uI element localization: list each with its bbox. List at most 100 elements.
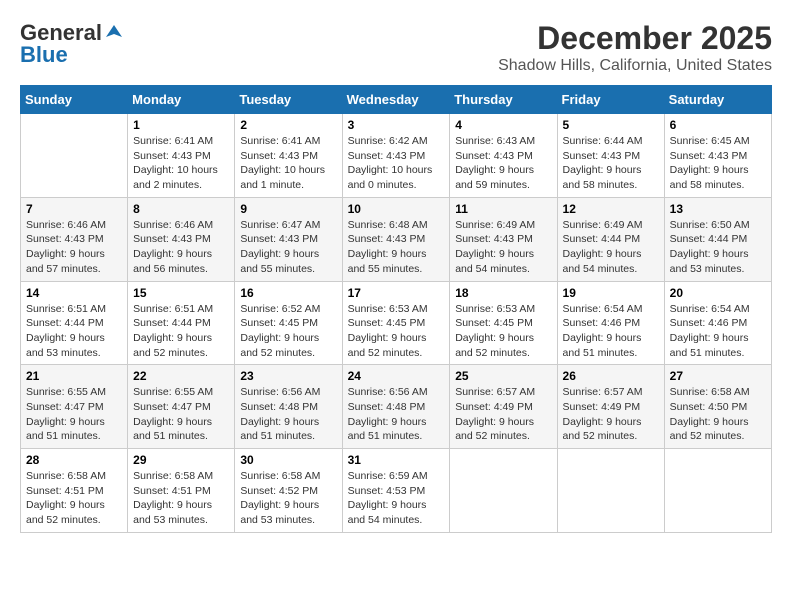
day-info: Sunrise: 6:46 AM Sunset: 4:43 PM Dayligh… [26,218,122,277]
calendar-cell: 22Sunrise: 6:55 AM Sunset: 4:47 PM Dayli… [128,365,235,449]
page-header: General Blue December 2025 Shadow Hills,… [20,20,772,75]
day-info: Sunrise: 6:52 AM Sunset: 4:45 PM Dayligh… [240,302,336,361]
logo-bird-icon [104,23,124,43]
calendar-cell: 16 Sunrise: 6:52 AM Sunset: 4:45 PM Dayli… [235,281,342,365]
day-number: 16 [240,286,336,300]
day-number: 18 [455,286,551,300]
calendar-header-row: SundayMondayTuesdayWednesdayThursdayFrid… [21,86,772,114]
title-block: December 2025 Shadow Hills, California, … [498,20,772,75]
day-info: Sunrise: 6:58 AM Sunset: 4:52 PM Dayligh… [240,469,336,528]
day-header-thursday: Thursday [450,86,557,114]
day-info: Sunrise: 6:55 AM Sunset: 4:47 PM Dayligh… [133,385,229,444]
day-info: Sunrise: 6:56 AM Sunset: 4:48 PM Dayligh… [348,385,445,444]
day-number: 3 [348,118,445,132]
calendar-cell: 10Sunrise: 6:48 AM Sunset: 4:43 PM Dayli… [342,197,450,281]
calendar-cell: 18 Sunrise: 6:53 AM Sunset: 4:45 PM Dayli… [450,281,557,365]
calendar-cell [21,114,128,198]
calendar-cell: 3 Sunrise: 6:42 AM Sunset: 4:43 PM Daylig… [342,114,450,198]
day-number: 12 [563,202,659,216]
day-info: Sunrise: 6:58 AM Sunset: 4:51 PM Dayligh… [133,469,229,528]
day-info: Sunrise: 6:41 AM Sunset: 4:43 PM Dayligh… [133,134,229,193]
day-number: 6 [670,118,766,132]
day-info: Sunrise: 6:54 AM Sunset: 4:46 PM Dayligh… [563,302,659,361]
calendar-cell: 4 Sunrise: 6:43 AM Sunset: 4:43 PM Daylig… [450,114,557,198]
day-info: Sunrise: 6:42 AM Sunset: 4:43 PM Dayligh… [348,134,445,193]
calendar-cell: 13Sunrise: 6:50 AM Sunset: 4:44 PM Dayli… [664,197,771,281]
day-number: 24 [348,369,445,383]
day-info: Sunrise: 6:56 AM Sunset: 4:48 PM Dayligh… [240,385,336,444]
day-info: Sunrise: 6:59 AM Sunset: 4:53 PM Dayligh… [348,469,445,528]
day-number: 29 [133,453,229,467]
day-info: Sunrise: 6:57 AM Sunset: 4:49 PM Dayligh… [455,385,551,444]
day-info: Sunrise: 6:50 AM Sunset: 4:44 PM Dayligh… [670,218,766,277]
calendar-cell [450,449,557,533]
logo: General Blue [20,20,124,68]
logo-blue: Blue [20,42,68,68]
week-row-1: 1 Sunrise: 6:41 AM Sunset: 4:43 PM Daylig… [21,114,772,198]
calendar-table: SundayMondayTuesdayWednesdayThursdayFrid… [20,85,772,533]
day-number: 14 [26,286,122,300]
calendar-cell: 20 Sunrise: 6:54 AM Sunset: 4:46 PM Dayli… [664,281,771,365]
calendar-cell [664,449,771,533]
calendar-cell: 8 Sunrise: 6:46 AM Sunset: 4:43 PM Daylig… [128,197,235,281]
calendar-cell: 14Sunrise: 6:51 AM Sunset: 4:44 PM Dayli… [21,281,128,365]
day-number: 2 [240,118,336,132]
week-row-4: 21 Sunrise: 6:55 AM Sunset: 4:47 PM Dayli… [21,365,772,449]
calendar-cell: 26Sunrise: 6:57 AM Sunset: 4:49 PM Dayli… [557,365,664,449]
day-number: 17 [348,286,445,300]
calendar-cell: 2 Sunrise: 6:41 AM Sunset: 4:43 PM Daylig… [235,114,342,198]
day-header-monday: Monday [128,86,235,114]
day-info: Sunrise: 6:49 AM Sunset: 4:44 PM Dayligh… [563,218,659,277]
day-info: Sunrise: 6:47 AM Sunset: 4:43 PM Dayligh… [240,218,336,277]
day-info: Sunrise: 6:53 AM Sunset: 4:45 PM Dayligh… [455,302,551,361]
day-header-saturday: Saturday [664,86,771,114]
calendar-cell: 15 Sunrise: 6:51 AM Sunset: 4:44 PM Dayli… [128,281,235,365]
calendar-cell: 23 Sunrise: 6:56 AM Sunset: 4:48 PM Dayli… [235,365,342,449]
calendar-cell: 25Sunrise: 6:57 AM Sunset: 4:49 PM Dayli… [450,365,557,449]
day-info: Sunrise: 6:41 AM Sunset: 4:43 PM Dayligh… [240,134,336,193]
day-info: Sunrise: 6:58 AM Sunset: 4:51 PM Dayligh… [26,469,122,528]
day-header-tuesday: Tuesday [235,86,342,114]
day-header-sunday: Sunday [21,86,128,114]
calendar-cell: 17 Sunrise: 6:53 AM Sunset: 4:45 PM Dayli… [342,281,450,365]
day-info: Sunrise: 6:43 AM Sunset: 4:43 PM Dayligh… [455,134,551,193]
day-number: 10 [348,202,445,216]
week-row-5: 28 Sunrise: 6:58 AM Sunset: 4:51 PM Dayli… [21,449,772,533]
calendar-cell: 5Sunrise: 6:44 AM Sunset: 4:43 PM Daylig… [557,114,664,198]
calendar-cell [557,449,664,533]
week-row-3: 14 Sunrise: 6:51 AM Sunset: 4:44 PM Dayli… [21,281,772,365]
calendar-cell: 9 Sunrise: 6:47 AM Sunset: 4:43 PM Daylig… [235,197,342,281]
calendar-cell: 12 Sunrise: 6:49 AM Sunset: 4:44 PM Dayli… [557,197,664,281]
calendar-cell: 11Sunrise: 6:49 AM Sunset: 4:43 PM Dayli… [450,197,557,281]
day-number: 15 [133,286,229,300]
day-info: Sunrise: 6:58 AM Sunset: 4:50 PM Dayligh… [670,385,766,444]
calendar-cell: 7Sunrise: 6:46 AM Sunset: 4:43 PM Daylig… [21,197,128,281]
day-number: 8 [133,202,229,216]
day-number: 20 [670,286,766,300]
day-number: 30 [240,453,336,467]
day-header-wednesday: Wednesday [342,86,450,114]
day-info: Sunrise: 6:51 AM Sunset: 4:44 PM Dayligh… [133,302,229,361]
day-info: Sunrise: 6:45 AM Sunset: 4:43 PM Dayligh… [670,134,766,193]
day-number: 23 [240,369,336,383]
day-info: Sunrise: 6:46 AM Sunset: 4:43 PM Dayligh… [133,218,229,277]
calendar-cell: 31 Sunrise: 6:59 AM Sunset: 4:53 PM Dayli… [342,449,450,533]
day-info: Sunrise: 6:53 AM Sunset: 4:45 PM Dayligh… [348,302,445,361]
day-number: 31 [348,453,445,467]
day-number: 21 [26,369,122,383]
calendar-cell: 6 Sunrise: 6:45 AM Sunset: 4:43 PM Daylig… [664,114,771,198]
day-number: 4 [455,118,551,132]
day-number: 1 [133,118,229,132]
day-number: 19 [563,286,659,300]
calendar-cell: 1 Sunrise: 6:41 AM Sunset: 4:43 PM Daylig… [128,114,235,198]
day-number: 28 [26,453,122,467]
calendar-cell: 19 Sunrise: 6:54 AM Sunset: 4:46 PM Dayli… [557,281,664,365]
day-info: Sunrise: 6:57 AM Sunset: 4:49 PM Dayligh… [563,385,659,444]
day-number: 11 [455,202,551,216]
calendar-cell: 28 Sunrise: 6:58 AM Sunset: 4:51 PM Dayli… [21,449,128,533]
day-number: 5 [563,118,659,132]
day-number: 9 [240,202,336,216]
day-number: 27 [670,369,766,383]
day-info: Sunrise: 6:55 AM Sunset: 4:47 PM Dayligh… [26,385,122,444]
day-info: Sunrise: 6:54 AM Sunset: 4:46 PM Dayligh… [670,302,766,361]
